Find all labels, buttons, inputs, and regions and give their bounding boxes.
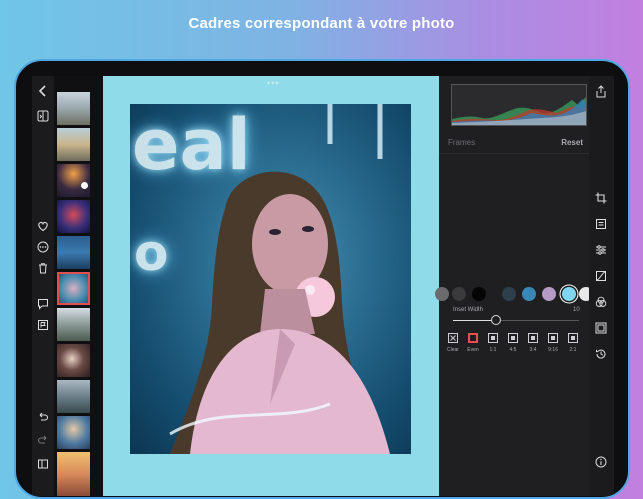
inset-width-slider-handle[interactable] xyxy=(491,315,501,325)
color-swatch[interactable] xyxy=(502,287,516,301)
frame-option-even[interactable]: Even xyxy=(464,333,482,353)
color-swatch[interactable] xyxy=(522,287,536,301)
photo-canvas: ••• eal o xyxy=(103,76,439,496)
heart-icon[interactable] xyxy=(34,220,52,238)
flag-icon[interactable] xyxy=(34,319,52,337)
thumbnail[interactable] xyxy=(57,164,90,197)
color-swatch[interactable] xyxy=(562,287,576,301)
inset-width-value: 10 xyxy=(573,307,580,313)
frame-option-label: Even xyxy=(467,347,479,353)
edited-photo[interactable]: eal o xyxy=(130,104,411,454)
panel-toggle-icon[interactable] xyxy=(34,458,52,476)
curves-icon[interactable] xyxy=(592,270,610,288)
divider xyxy=(439,153,589,154)
thumbnail[interactable] xyxy=(57,128,90,161)
thumbnail[interactable] xyxy=(57,452,90,496)
info-icon[interactable] xyxy=(592,456,610,474)
redo-icon[interactable] xyxy=(34,433,52,451)
frame-option-3-4[interactable]: 3:4 xyxy=(524,333,542,353)
thumbnail[interactable] xyxy=(57,236,90,269)
thumbnail[interactable] xyxy=(57,344,90,377)
frame-option-9-16[interactable]: 9:16 xyxy=(544,333,562,353)
clear-icon xyxy=(448,333,458,343)
color-mix-icon[interactable] xyxy=(592,296,610,314)
more-icon[interactable] xyxy=(34,241,52,259)
video-badge-icon xyxy=(81,182,88,189)
tablet-device-frame: ••• eal o Frames Reset Inset Width 10 Cl… xyxy=(14,59,630,499)
frame-9-16-icon xyxy=(548,333,558,343)
history-icon[interactable] xyxy=(592,348,610,366)
frame-option-label: 3:4 xyxy=(529,347,537,353)
app-screen: ••• eal o Frames Reset Inset Width 10 Cl… xyxy=(32,76,614,496)
frame-option-2-1[interactable]: 2:1 xyxy=(564,333,582,353)
frame-2-1-icon xyxy=(568,333,578,343)
promo-headline: Cadres correspondant à votre photo xyxy=(188,15,455,32)
color-swatch[interactable] xyxy=(472,287,486,301)
crop-icon[interactable] xyxy=(592,192,610,210)
left-toolbar xyxy=(32,76,54,496)
canvas-more-dots[interactable]: ••• xyxy=(267,78,279,88)
frame-option-clear[interactable]: Clear xyxy=(444,333,462,353)
thumbnail-selected[interactable] xyxy=(57,272,90,305)
presets-icon[interactable] xyxy=(592,218,610,236)
back-chevron-icon[interactable] xyxy=(34,84,52,102)
frame-option-4-5[interactable]: 4:5 xyxy=(504,333,522,353)
right-toolbar xyxy=(589,76,614,496)
frame-4-5-icon xyxy=(508,333,518,343)
thumbnail[interactable] xyxy=(57,308,90,341)
frame-option-label: Clear xyxy=(447,347,459,353)
frame-option-1-1[interactable]: 1:1 xyxy=(484,333,502,353)
inset-width-label: Inset Width xyxy=(453,307,484,313)
frame-option-label: 1:1 xyxy=(489,347,497,353)
frames-section-title: Frames xyxy=(448,138,476,147)
frame-option-label: 2:1 xyxy=(569,347,577,353)
frames-panel: Frames Reset Inset Width 10 Clear Even 1:1… xyxy=(435,76,593,496)
thumbnail[interactable] xyxy=(57,92,90,125)
thumbnail-strip[interactable] xyxy=(54,76,103,496)
share-icon[interactable] xyxy=(592,85,610,103)
inset-width-slider-fill xyxy=(453,320,496,321)
trash-icon[interactable] xyxy=(34,262,52,280)
frame-1-1-icon xyxy=(488,333,498,343)
color-swatch[interactable] xyxy=(542,287,556,301)
thumbnail[interactable] xyxy=(57,416,90,449)
undo-icon[interactable] xyxy=(34,410,52,428)
frame-option-label: 4:5 xyxy=(509,347,517,353)
color-swatch[interactable] xyxy=(452,287,466,301)
frame-even-icon xyxy=(468,333,478,343)
thumbnail[interactable] xyxy=(57,200,90,233)
thumbnail[interactable] xyxy=(57,380,90,413)
adjust-icon[interactable] xyxy=(592,244,610,262)
frame-icon[interactable] xyxy=(592,322,610,340)
histogram xyxy=(451,84,587,126)
compare-icon[interactable] xyxy=(34,110,52,128)
comment-icon[interactable] xyxy=(34,298,52,316)
frame-3-4-icon xyxy=(528,333,538,343)
frame-option-label: 9:16 xyxy=(548,347,558,353)
reset-button[interactable]: Reset xyxy=(561,138,583,147)
portrait-illustration xyxy=(169,104,390,454)
color-swatch[interactable] xyxy=(435,287,449,301)
